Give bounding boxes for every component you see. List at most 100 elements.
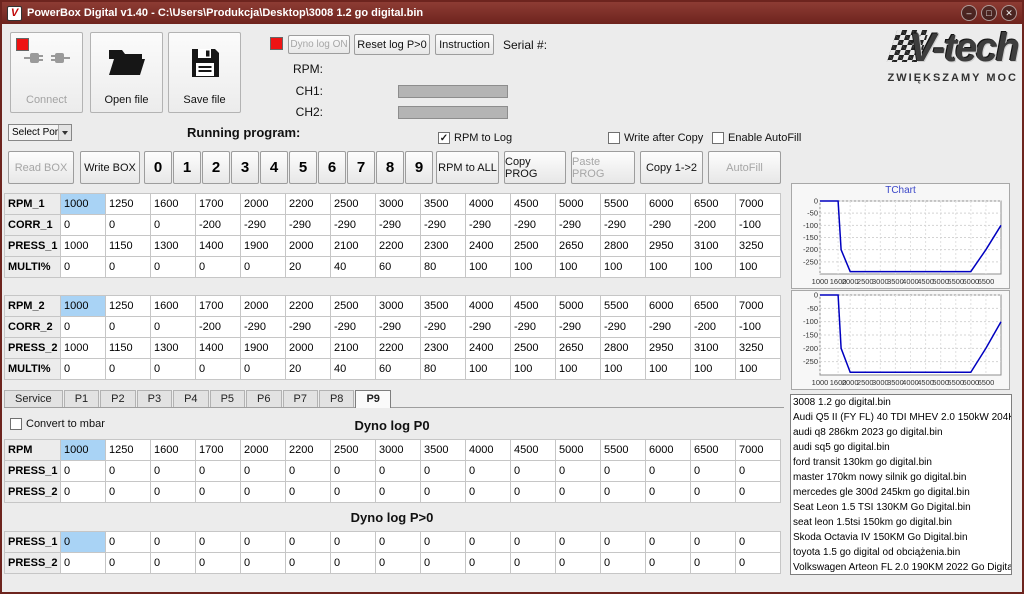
table-cell[interactable]: 2200 bbox=[286, 194, 331, 215]
open-file-button[interactable]: Open file bbox=[90, 32, 163, 113]
table-cell[interactable]: 2500 bbox=[511, 338, 556, 359]
table-cell[interactable]: 0 bbox=[466, 553, 511, 574]
table-cell[interactable]: 2200 bbox=[376, 236, 421, 257]
table-cell[interactable]: 0 bbox=[196, 257, 241, 278]
minimize-button[interactable]: – bbox=[961, 5, 977, 21]
table-cell[interactable]: 0 bbox=[691, 482, 736, 503]
table-cell[interactable]: 60 bbox=[376, 359, 421, 380]
table-cell[interactable]: -100 bbox=[736, 215, 781, 236]
table-cell[interactable]: 0 bbox=[151, 359, 196, 380]
table-cell[interactable]: -290 bbox=[556, 317, 601, 338]
table-cell[interactable]: 1700 bbox=[196, 440, 241, 461]
table-cell[interactable]: 0 bbox=[61, 482, 106, 503]
table-cell[interactable]: -100 bbox=[736, 317, 781, 338]
write-box-button[interactable]: Write BOX bbox=[80, 151, 140, 184]
table-cell[interactable]: 6500 bbox=[691, 440, 736, 461]
table-cell[interactable]: 0 bbox=[61, 215, 106, 236]
table-cell[interactable]: 0 bbox=[601, 532, 646, 553]
table-cell[interactable]: 1000 bbox=[61, 236, 106, 257]
table-cell[interactable]: 100 bbox=[691, 257, 736, 278]
table-cell[interactable]: 2100 bbox=[331, 236, 376, 257]
table-cell[interactable]: 0 bbox=[241, 461, 286, 482]
table-cell[interactable]: 2200 bbox=[286, 296, 331, 317]
write-after-copy-checkbox[interactable]: Write after Copy bbox=[608, 132, 703, 144]
table-cell[interactable]: -290 bbox=[511, 317, 556, 338]
table-cell[interactable]: 1600 bbox=[151, 194, 196, 215]
tab-p7[interactable]: P7 bbox=[283, 390, 318, 407]
table-cell[interactable]: 0 bbox=[331, 532, 376, 553]
table-cell[interactable]: 3000 bbox=[376, 194, 421, 215]
table-cell[interactable]: 0 bbox=[106, 532, 151, 553]
table-cell[interactable]: 1400 bbox=[196, 236, 241, 257]
table-cell[interactable]: 0 bbox=[241, 257, 286, 278]
table-cell[interactable]: -290 bbox=[331, 215, 376, 236]
table-cell[interactable]: 2950 bbox=[646, 338, 691, 359]
connect-button[interactable]: Connect bbox=[10, 32, 83, 113]
table-cell[interactable]: -290 bbox=[331, 317, 376, 338]
table-cell[interactable]: 0 bbox=[376, 553, 421, 574]
table-cell[interactable]: 5000 bbox=[556, 194, 601, 215]
close-button[interactable]: ✕ bbox=[1001, 5, 1017, 21]
file-item-audi-q8-286km-2023-go-di[interactable]: audi q8 286km 2023 go digital.bin bbox=[791, 425, 1011, 440]
table-cell[interactable]: 0 bbox=[376, 482, 421, 503]
table-cell[interactable]: 7000 bbox=[736, 194, 781, 215]
table-cell[interactable]: -290 bbox=[376, 317, 421, 338]
table-cell[interactable]: 0 bbox=[736, 482, 781, 503]
table-cell[interactable]: 3500 bbox=[421, 296, 466, 317]
table-cell[interactable]: -290 bbox=[421, 215, 466, 236]
file-item-master-170km-nowy-silnik[interactable]: master 170km nowy silnik go digital.bin bbox=[791, 470, 1011, 485]
file-item-audi-q5-ii-fy-fl-40-tdi-[interactable]: Audi Q5 II (FY FL) 40 TDI MHEV 2.0 150kW… bbox=[791, 410, 1011, 425]
table-cell[interactable]: 0 bbox=[376, 532, 421, 553]
table-cell[interactable]: 0 bbox=[736, 461, 781, 482]
file-item-toyota-1-5-go-digital-od[interactable]: toyota 1.5 go digital od obciążenia.bin bbox=[791, 545, 1011, 560]
table-cell[interactable]: 1000 bbox=[61, 338, 106, 359]
table-cell[interactable]: 0 bbox=[646, 461, 691, 482]
maximize-button[interactable]: □ bbox=[981, 5, 997, 21]
table-cell[interactable]: 0 bbox=[556, 461, 601, 482]
table-cell[interactable]: 0 bbox=[151, 461, 196, 482]
table-cell[interactable]: 100 bbox=[466, 257, 511, 278]
digit-button-7[interactable]: 7 bbox=[347, 151, 375, 184]
table-cell[interactable]: 100 bbox=[601, 359, 646, 380]
table-cell[interactable]: 1900 bbox=[241, 236, 286, 257]
table-cell[interactable]: 2300 bbox=[421, 338, 466, 359]
file-item-audi-sq5-go-digital-bin[interactable]: audi sq5 go digital.bin bbox=[791, 440, 1011, 455]
table-cell[interactable]: 2800 bbox=[601, 338, 646, 359]
table-cell[interactable]: 100 bbox=[646, 359, 691, 380]
table-cell[interactable]: 4500 bbox=[511, 440, 556, 461]
table-cell[interactable]: 0 bbox=[241, 532, 286, 553]
table-cell[interactable]: 80 bbox=[421, 359, 466, 380]
table-cell[interactable]: 2400 bbox=[466, 236, 511, 257]
table-cell[interactable]: 3250 bbox=[736, 338, 781, 359]
tab-p4[interactable]: P4 bbox=[173, 390, 208, 407]
table-cell[interactable]: 0 bbox=[736, 553, 781, 574]
digit-button-9[interactable]: 9 bbox=[405, 151, 433, 184]
table-cell[interactable]: 1900 bbox=[241, 338, 286, 359]
digit-button-3[interactable]: 3 bbox=[231, 151, 259, 184]
table-cell[interactable]: 2000 bbox=[241, 440, 286, 461]
table-cell[interactable]: 0 bbox=[151, 215, 196, 236]
table-cell[interactable]: 0 bbox=[556, 553, 601, 574]
table-cell[interactable]: 100 bbox=[646, 257, 691, 278]
table-cell[interactable]: 100 bbox=[511, 359, 556, 380]
table-cell[interactable]: 20 bbox=[286, 257, 331, 278]
table-cell[interactable]: 0 bbox=[106, 359, 151, 380]
select-port-dropdown[interactable]: Select Port bbox=[8, 124, 72, 141]
tab-p9[interactable]: P9 bbox=[355, 390, 390, 408]
table-cell[interactable]: 0 bbox=[61, 257, 106, 278]
table-cell[interactable]: 6000 bbox=[646, 440, 691, 461]
table-cell[interactable]: -290 bbox=[466, 317, 511, 338]
table-cell[interactable]: 6000 bbox=[646, 296, 691, 317]
table-cell[interactable]: 5500 bbox=[601, 440, 646, 461]
file-item-volkswagen-arteon-fl-2-0[interactable]: Volkswagen Arteon FL 2.0 190KM 2022 Go D… bbox=[791, 560, 1011, 575]
file-item-seat-leon-1-5tsi-150km-g[interactable]: seat leon 1.5tsi 150km go digital.bin bbox=[791, 515, 1011, 530]
table-cell[interactable]: 1150 bbox=[106, 236, 151, 257]
table-cell[interactable]: 2800 bbox=[601, 236, 646, 257]
autofill-button[interactable]: AutoFill bbox=[708, 151, 781, 184]
table-cell[interactable]: 6000 bbox=[646, 194, 691, 215]
table-cell[interactable]: 100 bbox=[736, 257, 781, 278]
digit-button-5[interactable]: 5 bbox=[289, 151, 317, 184]
table-cell[interactable]: 0 bbox=[331, 553, 376, 574]
table-cell[interactable]: -290 bbox=[421, 317, 466, 338]
table-cell[interactable]: -290 bbox=[556, 215, 601, 236]
